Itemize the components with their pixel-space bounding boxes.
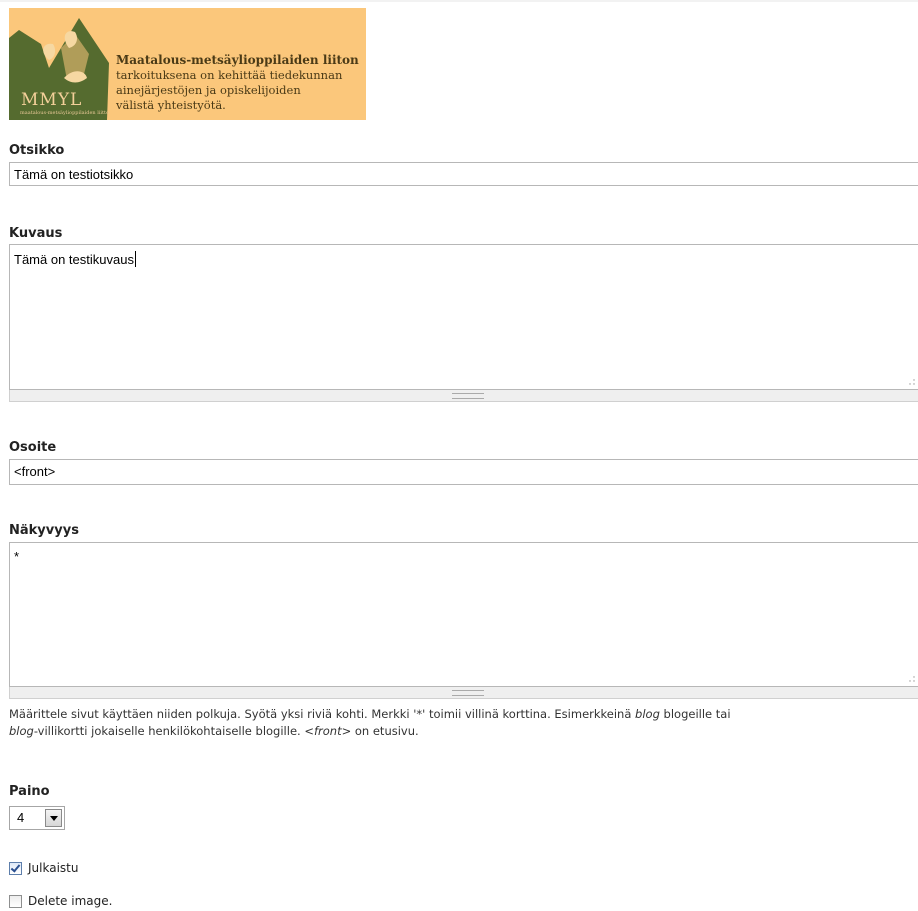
description-resize-grip[interactable] bbox=[9, 390, 918, 402]
visibility-help-text: Määrittele sivut käyttäen niiden polkuja… bbox=[9, 707, 731, 738]
address-input-value: <front> bbox=[14, 464, 56, 479]
delete-image-label[interactable]: Delete image. bbox=[28, 894, 112, 908]
visibility-resize-grip[interactable] bbox=[9, 687, 918, 699]
banner-image: MMYL maatalous-metsäylioppilaiden liitto… bbox=[9, 8, 366, 120]
weight-label: Paino bbox=[9, 784, 50, 799]
weight-select-value: 4 bbox=[17, 810, 25, 825]
banner-line-2: ainejärjestöjen ja opiskelijoiden bbox=[116, 83, 301, 97]
title-input[interactable]: Tämä on testiotsikko bbox=[9, 162, 918, 186]
visibility-label: Näkyvyys bbox=[9, 523, 79, 538]
logo-text: MMYL bbox=[21, 90, 83, 110]
visibility-value: * bbox=[14, 549, 20, 564]
resize-corner-icon bbox=[909, 379, 915, 385]
grip-handle-icon bbox=[452, 690, 484, 696]
published-checkbox[interactable] bbox=[9, 862, 22, 875]
description-textarea[interactable]: Tämä on testikuvaus bbox=[9, 244, 918, 390]
chevron-down-icon[interactable] bbox=[45, 809, 62, 827]
banner-title: Maatalous-metsäylioppilaiden liiton bbox=[116, 53, 359, 67]
published-label[interactable]: Julkaistu bbox=[28, 861, 78, 875]
description-value: Tämä on testikuvaus bbox=[14, 252, 134, 267]
weight-select[interactable]: 4 bbox=[9, 806, 65, 830]
title-label: Otsikko bbox=[9, 143, 65, 158]
delete-image-checkbox[interactable] bbox=[9, 895, 22, 908]
grip-handle-icon bbox=[452, 393, 484, 399]
text-caret bbox=[134, 251, 136, 267]
top-border bbox=[0, 0, 918, 2]
logo-subtext: maatalous-metsäylioppilaiden liitto bbox=[20, 110, 110, 116]
resize-corner-icon bbox=[909, 676, 915, 682]
address-input[interactable]: <front> bbox=[9, 459, 918, 485]
address-label: Osoite bbox=[9, 440, 57, 455]
banner-line-1: tarkoituksena on kehittää tiedekunnan bbox=[116, 68, 343, 82]
description-label: Kuvaus bbox=[9, 226, 63, 241]
visibility-textarea[interactable]: * bbox=[9, 542, 918, 687]
title-input-value: Tämä on testiotsikko bbox=[14, 167, 134, 182]
banner-line-3: välistä yhteistyötä. bbox=[116, 98, 226, 112]
